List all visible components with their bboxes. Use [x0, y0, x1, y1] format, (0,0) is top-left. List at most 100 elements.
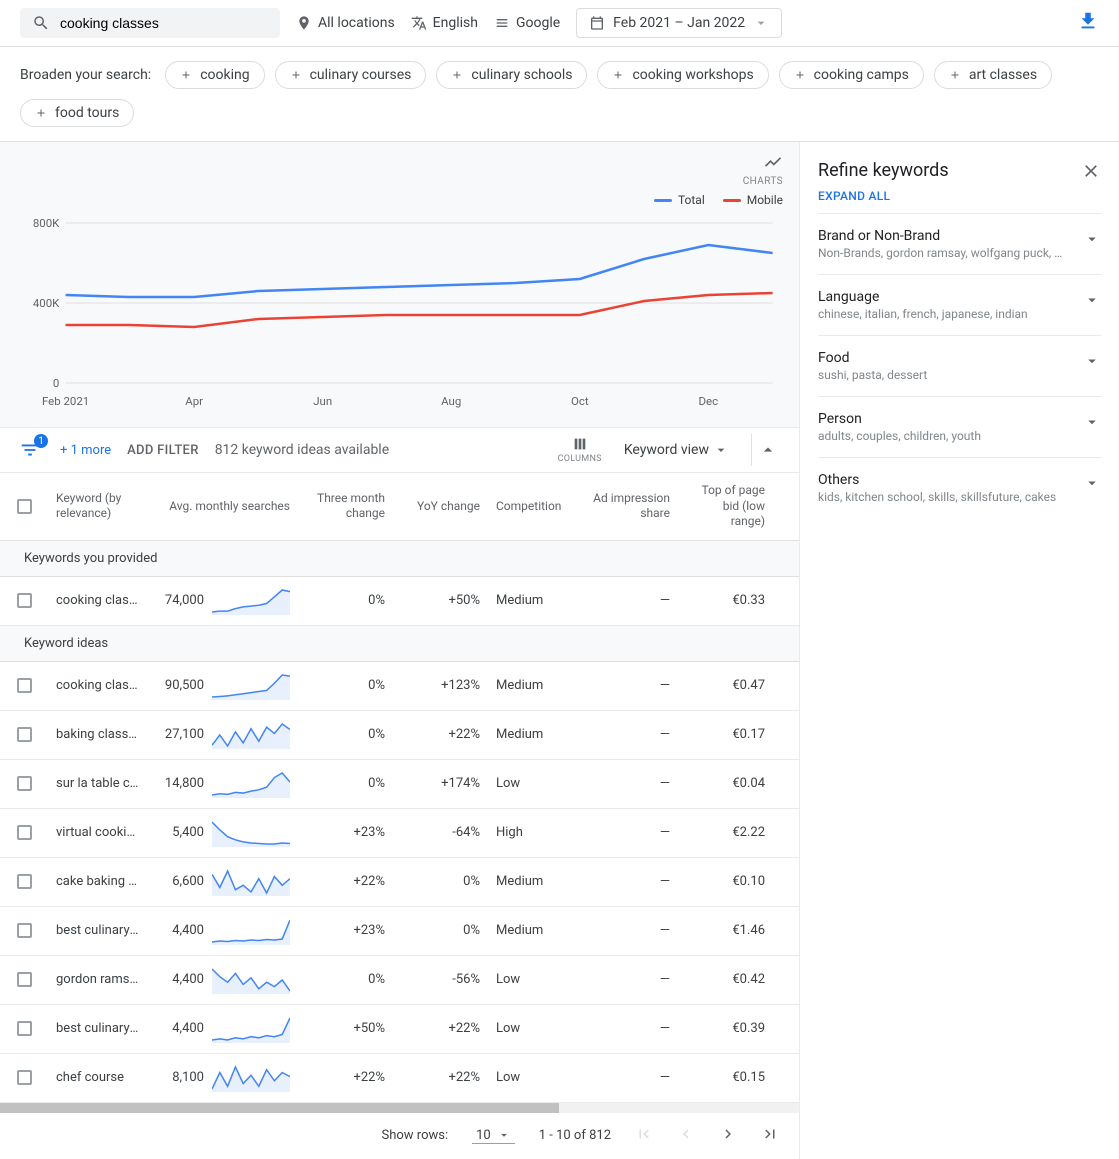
- last-page-button[interactable]: [761, 1125, 779, 1147]
- keyword-text[interactable]: cake baking …: [56, 874, 137, 889]
- row-checkbox[interactable]: [17, 874, 32, 889]
- col-yoy[interactable]: YoY change: [393, 473, 488, 540]
- broaden-chip[interactable]: cooking: [165, 61, 264, 89]
- keyword-text[interactable]: best culinary …: [56, 1021, 140, 1036]
- yoy-change: +22%: [393, 1011, 488, 1046]
- row-checkbox[interactable]: [17, 1070, 32, 1085]
- keyword-text[interactable]: cooking clas…: [56, 678, 138, 693]
- table-header: Keyword (by relevance) Avg. monthly sear…: [0, 473, 799, 541]
- keyword-text[interactable]: chef course: [56, 1070, 124, 1085]
- search-box[interactable]: [20, 8, 280, 38]
- dropdown-icon: [753, 15, 769, 31]
- keyword-text[interactable]: baking class…: [56, 727, 137, 742]
- chevron-up-icon: [758, 440, 778, 460]
- refine-group[interactable]: Foodsushi, pasta, dessert: [818, 335, 1101, 396]
- plus-icon: [290, 69, 302, 81]
- expand-all-button[interactable]: EXPAND ALL: [818, 189, 1101, 203]
- broaden-chip[interactable]: culinary schools: [436, 61, 587, 89]
- topbar: All locations English Google Feb 2021 – …: [0, 0, 1119, 47]
- refine-group-subtitle: adults, couples, children, youth: [818, 429, 1101, 443]
- keyword-text[interactable]: cooking clas…: [56, 593, 138, 608]
- row-checkbox[interactable]: [17, 776, 32, 791]
- sparkline: [212, 721, 290, 749]
- row-checkbox[interactable]: [17, 593, 32, 608]
- search-input[interactable]: [60, 15, 268, 31]
- location-selector[interactable]: All locations: [296, 15, 395, 31]
- broaden-chip[interactable]: culinary courses: [275, 61, 427, 89]
- download-button[interactable]: [1077, 10, 1099, 36]
- language-selector[interactable]: English: [411, 15, 478, 31]
- select-all-checkbox[interactable]: [17, 499, 32, 514]
- dropdown-icon: [713, 442, 729, 458]
- close-icon[interactable]: [1081, 161, 1101, 181]
- refine-group[interactable]: Languagechinese, italian, french, japane…: [818, 274, 1101, 335]
- competition: High: [488, 815, 583, 850]
- date-range-selector[interactable]: Feb 2021 – Jan 2022: [576, 8, 782, 38]
- keyword-text[interactable]: gordon rams…: [56, 972, 138, 987]
- section-provided: Keywords you provided: [0, 541, 799, 577]
- refine-group-title: Person: [818, 411, 1101, 427]
- add-filter-button[interactable]: ADD FILTER: [127, 443, 199, 458]
- row-checkbox[interactable]: [17, 678, 32, 693]
- collapse-chart-button[interactable]: [751, 434, 783, 466]
- yoy-change: -64%: [393, 815, 488, 850]
- avg-searches: 5,400: [148, 809, 298, 857]
- refine-group[interactable]: Person adults, couples, children, youth: [818, 396, 1101, 457]
- col-bid-low[interactable]: Top of page bid (low range): [678, 473, 773, 540]
- three-month-change: 0%: [298, 668, 393, 703]
- competition: Medium: [488, 864, 583, 899]
- translate-icon: [411, 15, 427, 31]
- horizontal-scrollbar[interactable]: [0, 1103, 799, 1113]
- refine-group[interactable]: Otherskids, kitchen school, skills, skil…: [818, 457, 1101, 518]
- row-checkbox[interactable]: [17, 972, 32, 987]
- plus-icon: [949, 69, 961, 81]
- table-row: virtual cooki…5,400+23%-64%High—€2.22: [0, 809, 799, 858]
- keyword-text[interactable]: virtual cooki…: [56, 825, 135, 840]
- svg-text:Aug: Aug: [441, 395, 461, 408]
- avg-searches: 14,800: [148, 760, 298, 808]
- plus-icon: [180, 69, 192, 81]
- next-page-button[interactable]: [719, 1125, 737, 1147]
- row-checkbox[interactable]: [17, 825, 32, 840]
- competition: Medium: [488, 668, 583, 703]
- page-size-selector[interactable]: 10: [472, 1128, 515, 1144]
- filter-icon-button[interactable]: 1: [16, 436, 44, 464]
- col-keyword[interactable]: Keyword (by relevance): [48, 473, 148, 540]
- broaden-chip[interactable]: cooking camps: [779, 61, 924, 89]
- row-checkbox[interactable]: [17, 727, 32, 742]
- bid-low: €0.04: [678, 766, 773, 801]
- avg-searches: 6,600: [148, 858, 298, 906]
- columns-button[interactable]: COLUMNS: [558, 436, 602, 464]
- broaden-search-bar: Broaden your search: cookingculinary cou…: [0, 47, 1119, 142]
- chart-area: CHARTS Total Mobile 0400K800KFeb 2021Apr…: [0, 142, 799, 427]
- view-selector[interactable]: Keyword view: [624, 442, 729, 458]
- svg-text:Feb 2021: Feb 2021: [42, 395, 89, 408]
- col-impression-share[interactable]: Ad impression share: [583, 473, 678, 540]
- col-three-month[interactable]: Three month change: [298, 473, 393, 540]
- broaden-chip[interactable]: art classes: [934, 61, 1052, 89]
- chart-type-icon[interactable]: [763, 152, 783, 172]
- competition: Low: [488, 962, 583, 997]
- chevron-down-icon: [1083, 352, 1101, 370]
- chart-legend: Total Mobile: [24, 193, 783, 207]
- network-selector[interactable]: Google: [494, 15, 560, 31]
- first-page-button[interactable]: [635, 1125, 653, 1147]
- prev-page-button[interactable]: [677, 1125, 695, 1147]
- table-row: gordon rams…4,4000%-56%Low—€0.42: [0, 956, 799, 1005]
- keyword-text[interactable]: best culinary …: [56, 923, 140, 938]
- yoy-change: 0%: [393, 913, 488, 948]
- keyword-text[interactable]: sur la table c…: [56, 776, 138, 791]
- svg-text:Apr: Apr: [185, 395, 203, 408]
- col-avg-searches[interactable]: Avg. monthly searches: [148, 473, 298, 540]
- broaden-chip[interactable]: food tours: [20, 99, 134, 127]
- more-filters-link[interactable]: + 1 more: [60, 443, 111, 458]
- section-ideas: Keyword ideas: [0, 626, 799, 662]
- impression-share: —: [583, 962, 678, 997]
- row-checkbox[interactable]: [17, 1021, 32, 1036]
- table-toolbar: 1 + 1 more ADD FILTER 812 keyword ideas …: [0, 427, 799, 473]
- broaden-chip[interactable]: cooking workshops: [597, 61, 768, 89]
- competition: Low: [488, 1060, 583, 1095]
- col-competition[interactable]: Competition: [488, 473, 583, 540]
- refine-group[interactable]: Brand or Non-BrandNon-Brands, gordon ram…: [818, 213, 1101, 274]
- row-checkbox[interactable]: [17, 923, 32, 938]
